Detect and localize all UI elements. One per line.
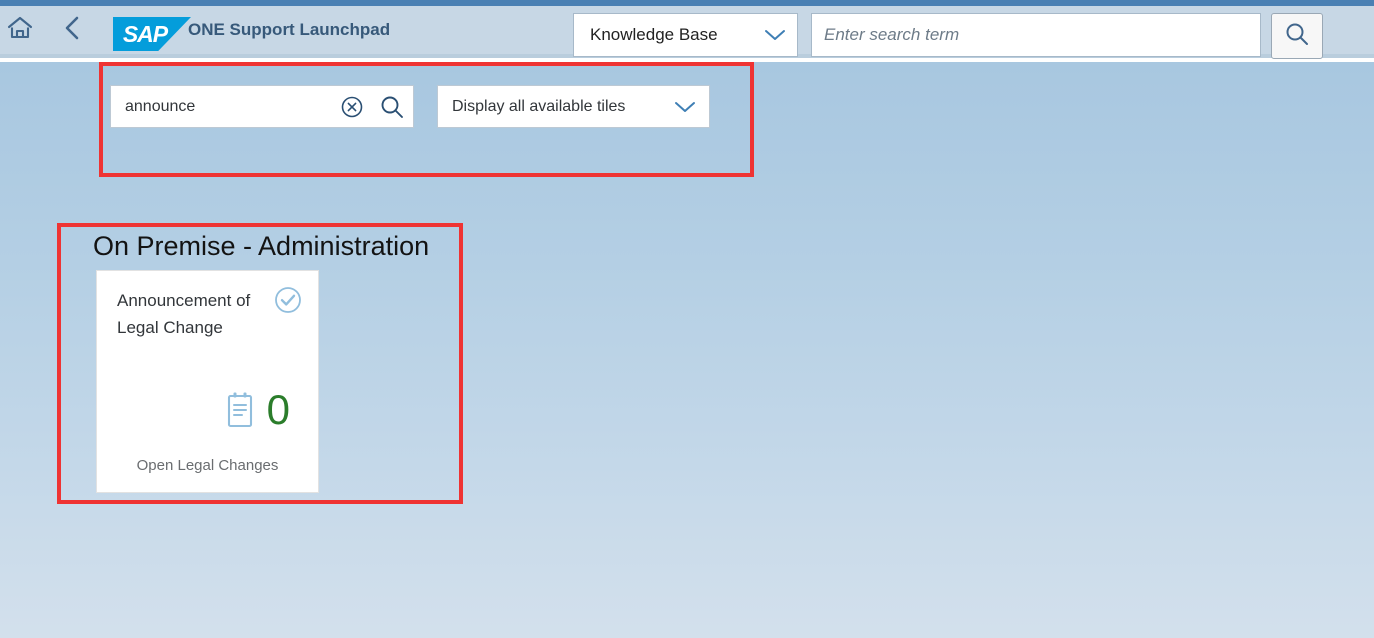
chevron-left-icon bbox=[62, 15, 82, 46]
tile-announcement-of-legal-change[interactable]: Announcement of Legal Change 0 Open Lega… bbox=[96, 270, 319, 493]
tile-title: Announcement of Legal Change bbox=[117, 291, 251, 337]
global-search-field[interactable] bbox=[811, 13, 1261, 57]
chevron-down-icon bbox=[753, 28, 797, 42]
global-search-input[interactable] bbox=[812, 24, 1260, 46]
search-icon bbox=[1284, 21, 1310, 52]
tile-kpi-value: 0 bbox=[266, 386, 290, 433]
sap-logo-text: SAP bbox=[122, 20, 168, 47]
shell-header: SAP ONE Support Launchpad Knowledge Base bbox=[0, 6, 1374, 59]
check-circle-icon bbox=[274, 286, 302, 314]
chevron-down-icon bbox=[661, 100, 709, 114]
search-scope-value: Knowledge Base bbox=[590, 25, 718, 44]
app-title: ONE Support Launchpad bbox=[188, 20, 391, 39]
tile-filter-search-field[interactable] bbox=[110, 85, 414, 128]
back-button[interactable] bbox=[52, 6, 92, 54]
tile-filter-search-input[interactable] bbox=[111, 96, 334, 117]
sap-logo[interactable]: SAP bbox=[113, 17, 191, 51]
clipboard-icon bbox=[225, 391, 255, 429]
launchpad-screen: SAP ONE Support Launchpad Knowledge Base bbox=[0, 0, 1374, 638]
tile-header: Announcement of Legal Change bbox=[97, 271, 318, 341]
home-button[interactable] bbox=[0, 6, 40, 54]
tile-kpi: 0 bbox=[97, 389, 318, 431]
tile-group-title: On Premise - Administration bbox=[93, 231, 430, 261]
search-scope-select[interactable]: Knowledge Base bbox=[573, 13, 798, 57]
tile-footer-label: Open Legal Changes bbox=[136, 457, 279, 474]
search-icon[interactable] bbox=[371, 94, 413, 120]
tile-display-select-value: Display all available tiles bbox=[452, 97, 626, 115]
tile-display-select[interactable]: Display all available tiles bbox=[437, 85, 710, 128]
home-icon bbox=[7, 16, 33, 45]
clear-circle-icon[interactable] bbox=[334, 95, 371, 119]
global-search-button[interactable] bbox=[1271, 13, 1323, 59]
